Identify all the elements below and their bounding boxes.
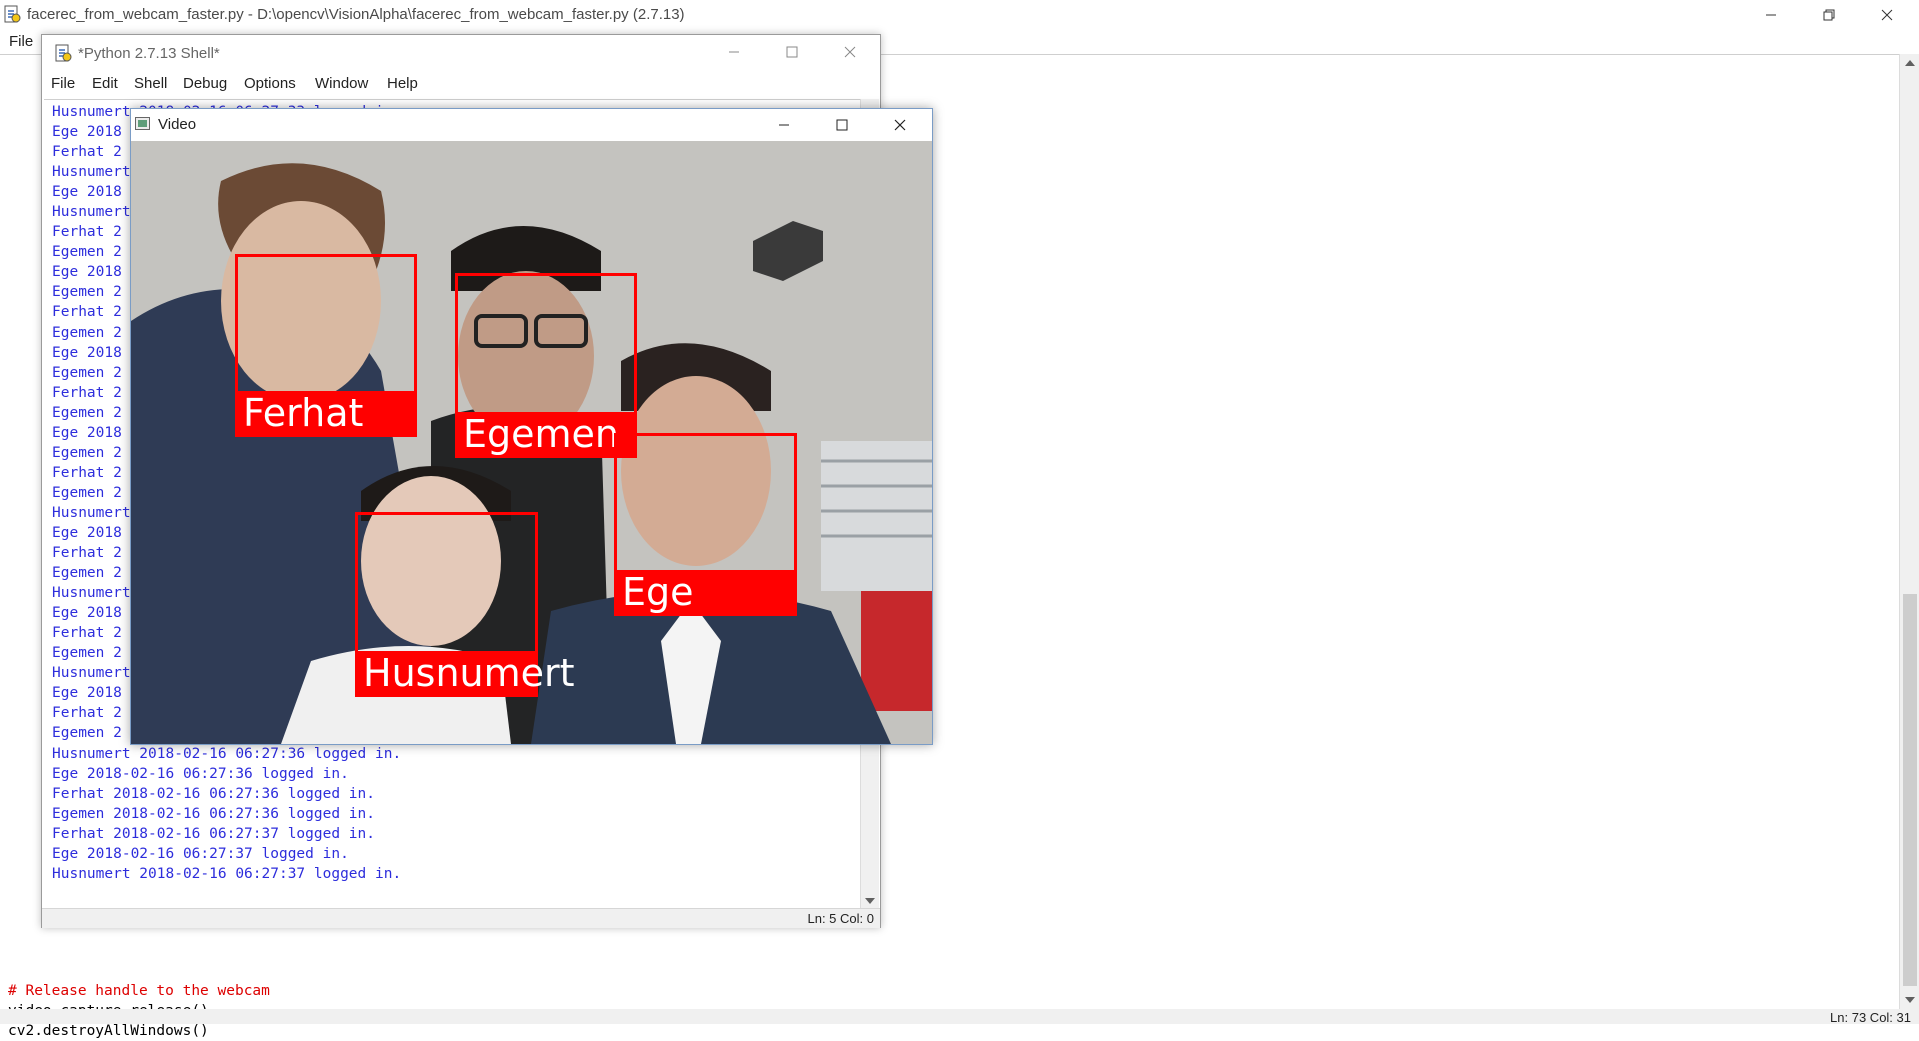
maximize-icon xyxy=(786,46,798,58)
minimize-icon xyxy=(1766,14,1776,16)
face-label-egemen: Egemen xyxy=(455,412,637,458)
code-line: cv2.destroyAllWindows() xyxy=(8,1023,209,1039)
shell-maximize-button[interactable] xyxy=(763,37,821,67)
shell-statusbar: Ln: 5 Col: 0 xyxy=(42,908,880,928)
video-minimize-button[interactable] xyxy=(755,110,813,140)
editor-vertical-scrollbar[interactable] xyxy=(1899,54,1919,1009)
shell-menubar xyxy=(42,70,880,99)
face-label-ege: Ege xyxy=(614,570,797,616)
video-close-button[interactable] xyxy=(871,110,929,140)
shell-menu-options[interactable]: Options xyxy=(244,75,296,92)
video-window-icon xyxy=(135,117,150,130)
shell-menu-edit[interactable]: Edit xyxy=(92,75,118,92)
editor-cursor-position: Ln: 73 Col: 31 xyxy=(1830,1010,1911,1025)
editor-titlebar: facerec_from_webcam_faster.py - D:\openc… xyxy=(0,0,1919,30)
shell-menu-shell[interactable]: Shell xyxy=(134,75,167,92)
shell-minimize-button[interactable] xyxy=(705,37,763,67)
shell-titlebar: *Python 2.7.13 Shell* xyxy=(42,35,880,70)
close-icon xyxy=(894,119,906,131)
shell-output-line: Ege 2018-02-16 06:27:37 logged in. xyxy=(52,845,349,862)
shell-output-line: Egemen 2018-02-16 06:27:36 logged in. xyxy=(52,805,376,822)
shell-output-line: Husnumert 2018-02-16 06:27:36 logged in. xyxy=(52,745,402,762)
minimize-icon xyxy=(779,124,789,126)
face-label-husnumert: Husnumert xyxy=(355,651,575,697)
close-icon xyxy=(1881,9,1893,21)
shell-output-line: Husnumert 2018-02-16 06:27:37 logged in. xyxy=(52,865,402,882)
shell-menu-debug[interactable]: Debug xyxy=(183,75,227,92)
maximize-icon xyxy=(836,119,848,131)
shell-window-title: *Python 2.7.13 Shell* xyxy=(78,45,220,62)
scroll-down-icon[interactable] xyxy=(865,898,875,904)
shell-output-line: Ege 2018-02-16 06:27:36 logged in. xyxy=(52,765,349,782)
scroll-up-icon[interactable] xyxy=(1905,60,1915,66)
video-maximize-button[interactable] xyxy=(813,110,871,140)
editor-restore-button[interactable] xyxy=(1800,0,1858,30)
editor-menu-file[interactable]: File xyxy=(9,33,33,50)
face-label-ferhat: Ferhat xyxy=(235,391,417,437)
shell-menu-help[interactable]: Help xyxy=(387,75,418,92)
shell-output-line: Ferhat 2018-02-16 06:27:37 logged in. xyxy=(52,825,376,842)
webcam-frame: Ferhat Egemen Ege Husnumert xyxy=(131,141,932,744)
close-icon xyxy=(844,46,856,58)
video-window-title: Video xyxy=(158,116,197,133)
shell-menu-window[interactable]: Window xyxy=(315,75,368,92)
shell-menu-file[interactable]: File xyxy=(51,75,75,92)
editor-window-title: facerec_from_webcam_faster.py - D:\openc… xyxy=(27,6,685,23)
editor-minimize-button[interactable] xyxy=(1742,0,1800,30)
minimize-icon xyxy=(729,51,739,53)
editor-statusbar: Ln: 73 Col: 31 xyxy=(0,1009,1919,1025)
python-file-icon xyxy=(3,5,21,23)
shell-cursor-position: Ln: 5 Col: 0 xyxy=(807,911,875,926)
python-shell-icon xyxy=(54,44,72,62)
video-titlebar: Video xyxy=(131,109,932,141)
scroll-down-icon[interactable] xyxy=(1905,997,1915,1003)
shell-close-button[interactable] xyxy=(821,37,879,67)
restore-icon xyxy=(1823,9,1835,21)
video-window: Video Ferhat Egemen Ege Husnumert xyxy=(130,108,933,745)
editor-close-button[interactable] xyxy=(1858,0,1916,30)
editor-scroll-thumb[interactable] xyxy=(1903,594,1917,986)
code-line: # Release handle to the webcam xyxy=(8,983,270,999)
shell-output-line: Ferhat 2018-02-16 06:27:36 logged in. xyxy=(52,785,376,802)
